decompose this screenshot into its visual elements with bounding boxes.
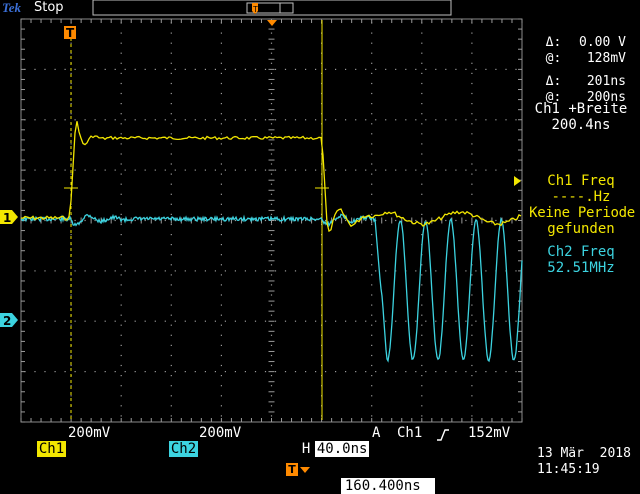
horizontal-scale-value: 40.0ns bbox=[314, 441, 370, 457]
trigger-position-arrow-icon bbox=[300, 467, 310, 473]
meas-ch1-width-name: Ch1 +Breite bbox=[534, 101, 628, 117]
meas-ch2-freq-name: Ch2 Freq bbox=[547, 244, 615, 260]
horizontal-scale-value-box: 40.0ns bbox=[298, 425, 370, 457]
ch1-scale-box[interactable]: Ch1 bbox=[20, 425, 67, 457]
trigger-position-icon: T bbox=[286, 463, 298, 476]
meas-ch1-freq-value: ----.Hz bbox=[551, 189, 611, 205]
brand-logo: Tek bbox=[2, 0, 22, 15]
rising-edge-icon bbox=[437, 429, 449, 441]
ch2-label: Ch2 bbox=[168, 441, 199, 457]
meas-ch1-freq-note-2: gefunden bbox=[547, 221, 615, 237]
ch1-label: Ch1 bbox=[36, 441, 67, 457]
time-stamp: 11:45:19 bbox=[537, 462, 600, 477]
acquisition-run-state: Stop bbox=[34, 0, 64, 15]
trigger-marker-glyph: T bbox=[66, 26, 75, 40]
meas-ch1-freq-note-1: Keine Periode bbox=[529, 205, 635, 221]
date-stamp: 13 Mär 2018 bbox=[537, 446, 631, 461]
ch2-scale-value: 200mV bbox=[199, 425, 242, 441]
trigger-source[interactable]: Ch1 bbox=[397, 425, 422, 441]
meas-ch1-width-value: 200.4ns bbox=[551, 117, 611, 133]
trigger-position-value: 160.400ns bbox=[340, 478, 435, 494]
meas-ch2-freq-value: 52.51MHz bbox=[547, 260, 615, 276]
trigger-level-marker-icon[interactable] bbox=[514, 176, 521, 186]
ch2-scale-box[interactable]: Ch2 bbox=[152, 425, 199, 457]
trigger-position-marker-icon[interactable] bbox=[267, 20, 277, 26]
ch2-ground-marker-label: 2 bbox=[3, 314, 11, 328]
ch2-waveform bbox=[20, 213, 523, 363]
graticule-grid bbox=[20, 18, 523, 423]
trigger-level[interactable]: 152mV bbox=[468, 425, 510, 441]
trigger-type-label: A bbox=[372, 425, 381, 441]
record-trigger-glyph: T bbox=[253, 5, 258, 14]
ch1-ground-marker-label: 1 bbox=[3, 211, 11, 225]
meas-ch1-freq-name: Ch1 Freq bbox=[547, 173, 615, 189]
ch1-scale-value: 200mV bbox=[68, 425, 111, 441]
trigger-position-value-box[interactable]: 160.400ns bbox=[324, 462, 435, 494]
